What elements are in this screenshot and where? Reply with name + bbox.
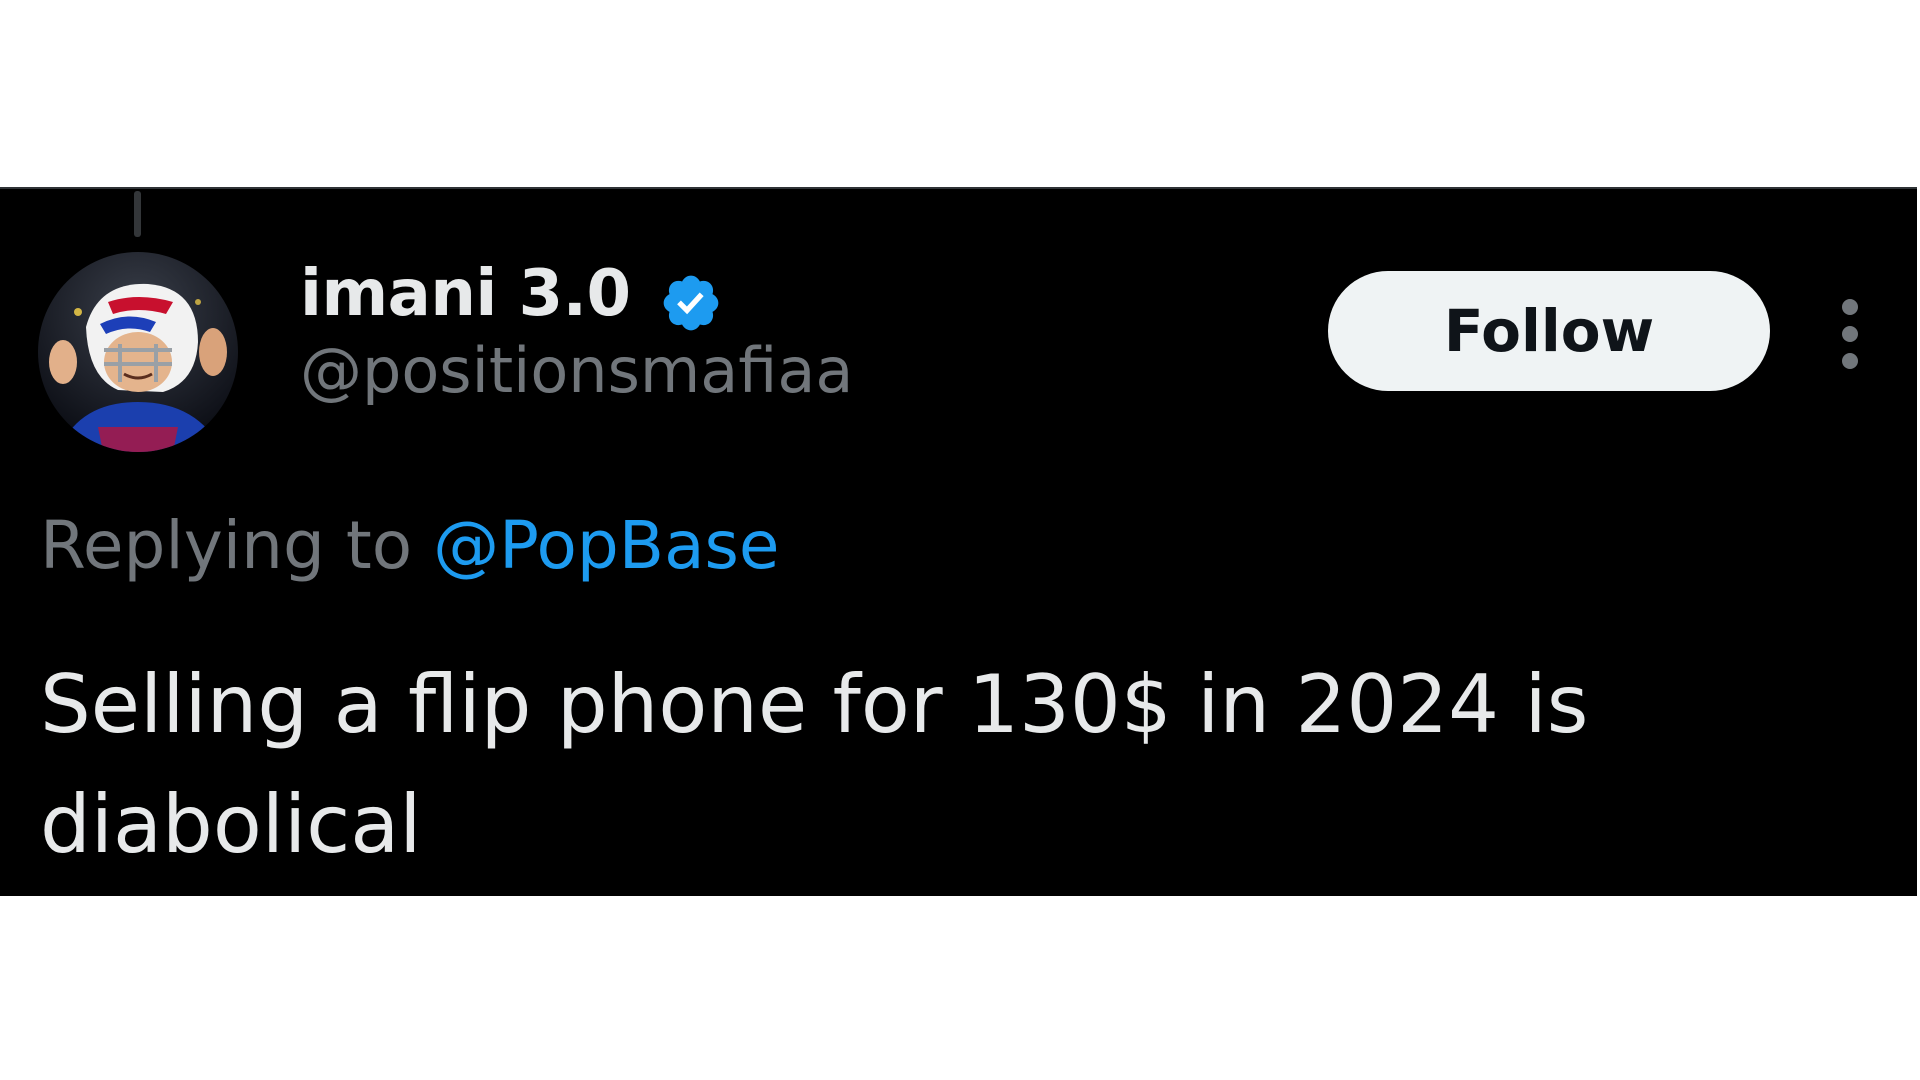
follow-button[interactable]: Follow [1328,271,1770,391]
thread-connector-line [134,191,141,237]
more-options-icon[interactable] [1832,299,1868,371]
tweet-text: Selling a flip phone for 130$ in 2024 is… [40,658,1589,871]
football-player-avatar-icon [38,252,238,452]
more-dot [1842,299,1858,315]
more-dot [1842,326,1858,342]
author-handle[interactable]: @positionsmafiaa [300,334,853,407]
reply-mention-link[interactable]: @PopBase [433,507,779,584]
avatar[interactable] [38,252,238,452]
display-name[interactable]: imani 3.0 [300,257,631,331]
replying-to-prefix: Replying to [40,507,413,584]
tweet-card[interactable]: imani 3.0 @positionsmafiaa Follow Replyi… [0,187,1917,896]
more-dot [1842,353,1858,369]
replying-to-line: Replying to @PopBase [40,507,780,584]
verified-badge-icon [663,275,719,331]
